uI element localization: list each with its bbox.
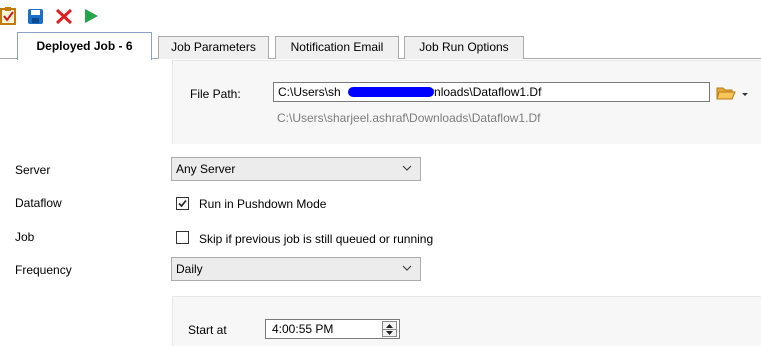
pushdown-label: Run in Pushdown Mode [199, 197, 327, 211]
spin-up-icon[interactable] [385, 322, 394, 329]
run-icon[interactable] [82, 6, 102, 26]
frequency-value: Daily [176, 262, 203, 276]
file-path-panel [172, 60, 761, 144]
start-at-label: Start at [188, 323, 227, 337]
job-label: Job [15, 230, 35, 244]
skip-if-queued-label: Skip if previous job is still queued or … [199, 232, 434, 246]
folder-open-icon[interactable] [716, 84, 736, 102]
pushdown-checkbox[interactable] [176, 197, 189, 210]
server-dropdown[interactable]: Any Server [171, 157, 421, 181]
frequency-label: Frequency [15, 263, 72, 277]
redaction-mark [348, 87, 434, 97]
chevron-down-icon[interactable] [740, 88, 750, 98]
frequency-dropdown[interactable]: Daily [171, 257, 421, 281]
server-label: Server [15, 163, 51, 177]
job-editor-window: Deployed Job - 6 Job Parameters Notifica… [0, 0, 761, 346]
start-time-value: 4:00:55 PM [272, 322, 334, 336]
tab-job-run-options[interactable]: Job Run Options [404, 36, 524, 59]
tab-deployed-job[interactable]: Deployed Job - 6 [17, 32, 152, 60]
server-value: Any Server [176, 162, 236, 176]
chevron-down-icon [402, 265, 412, 271]
toolbar [0, 0, 761, 28]
close-icon[interactable] [54, 6, 74, 26]
file-path-input[interactable]: C:\Users\sh \Downloads\Dataflow1.Df [273, 82, 710, 102]
schedule-panel [172, 296, 761, 346]
chevron-down-icon [402, 165, 412, 171]
dataflow-label: Dataflow [15, 196, 62, 210]
file-path-label: File Path: [190, 87, 241, 101]
file-path-value-prefix: C:\Users\sh [278, 85, 341, 99]
resolved-path-hint: C:\Users\sharjeel.ashraf\Downloads\Dataf… [277, 111, 541, 125]
skip-if-queued-checkbox[interactable] [176, 231, 189, 244]
start-time-picker[interactable]: 4:00:55 PM [265, 319, 400, 339]
clipboard-check-icon[interactable] [0, 6, 20, 26]
tab-job-parameters[interactable]: Job Parameters [158, 36, 269, 59]
spin-down-icon[interactable] [385, 330, 394, 337]
save-icon[interactable] [27, 6, 47, 26]
time-spinner-buttons[interactable] [382, 321, 397, 337]
tab-notification-email[interactable]: Notification Email [275, 36, 399, 59]
